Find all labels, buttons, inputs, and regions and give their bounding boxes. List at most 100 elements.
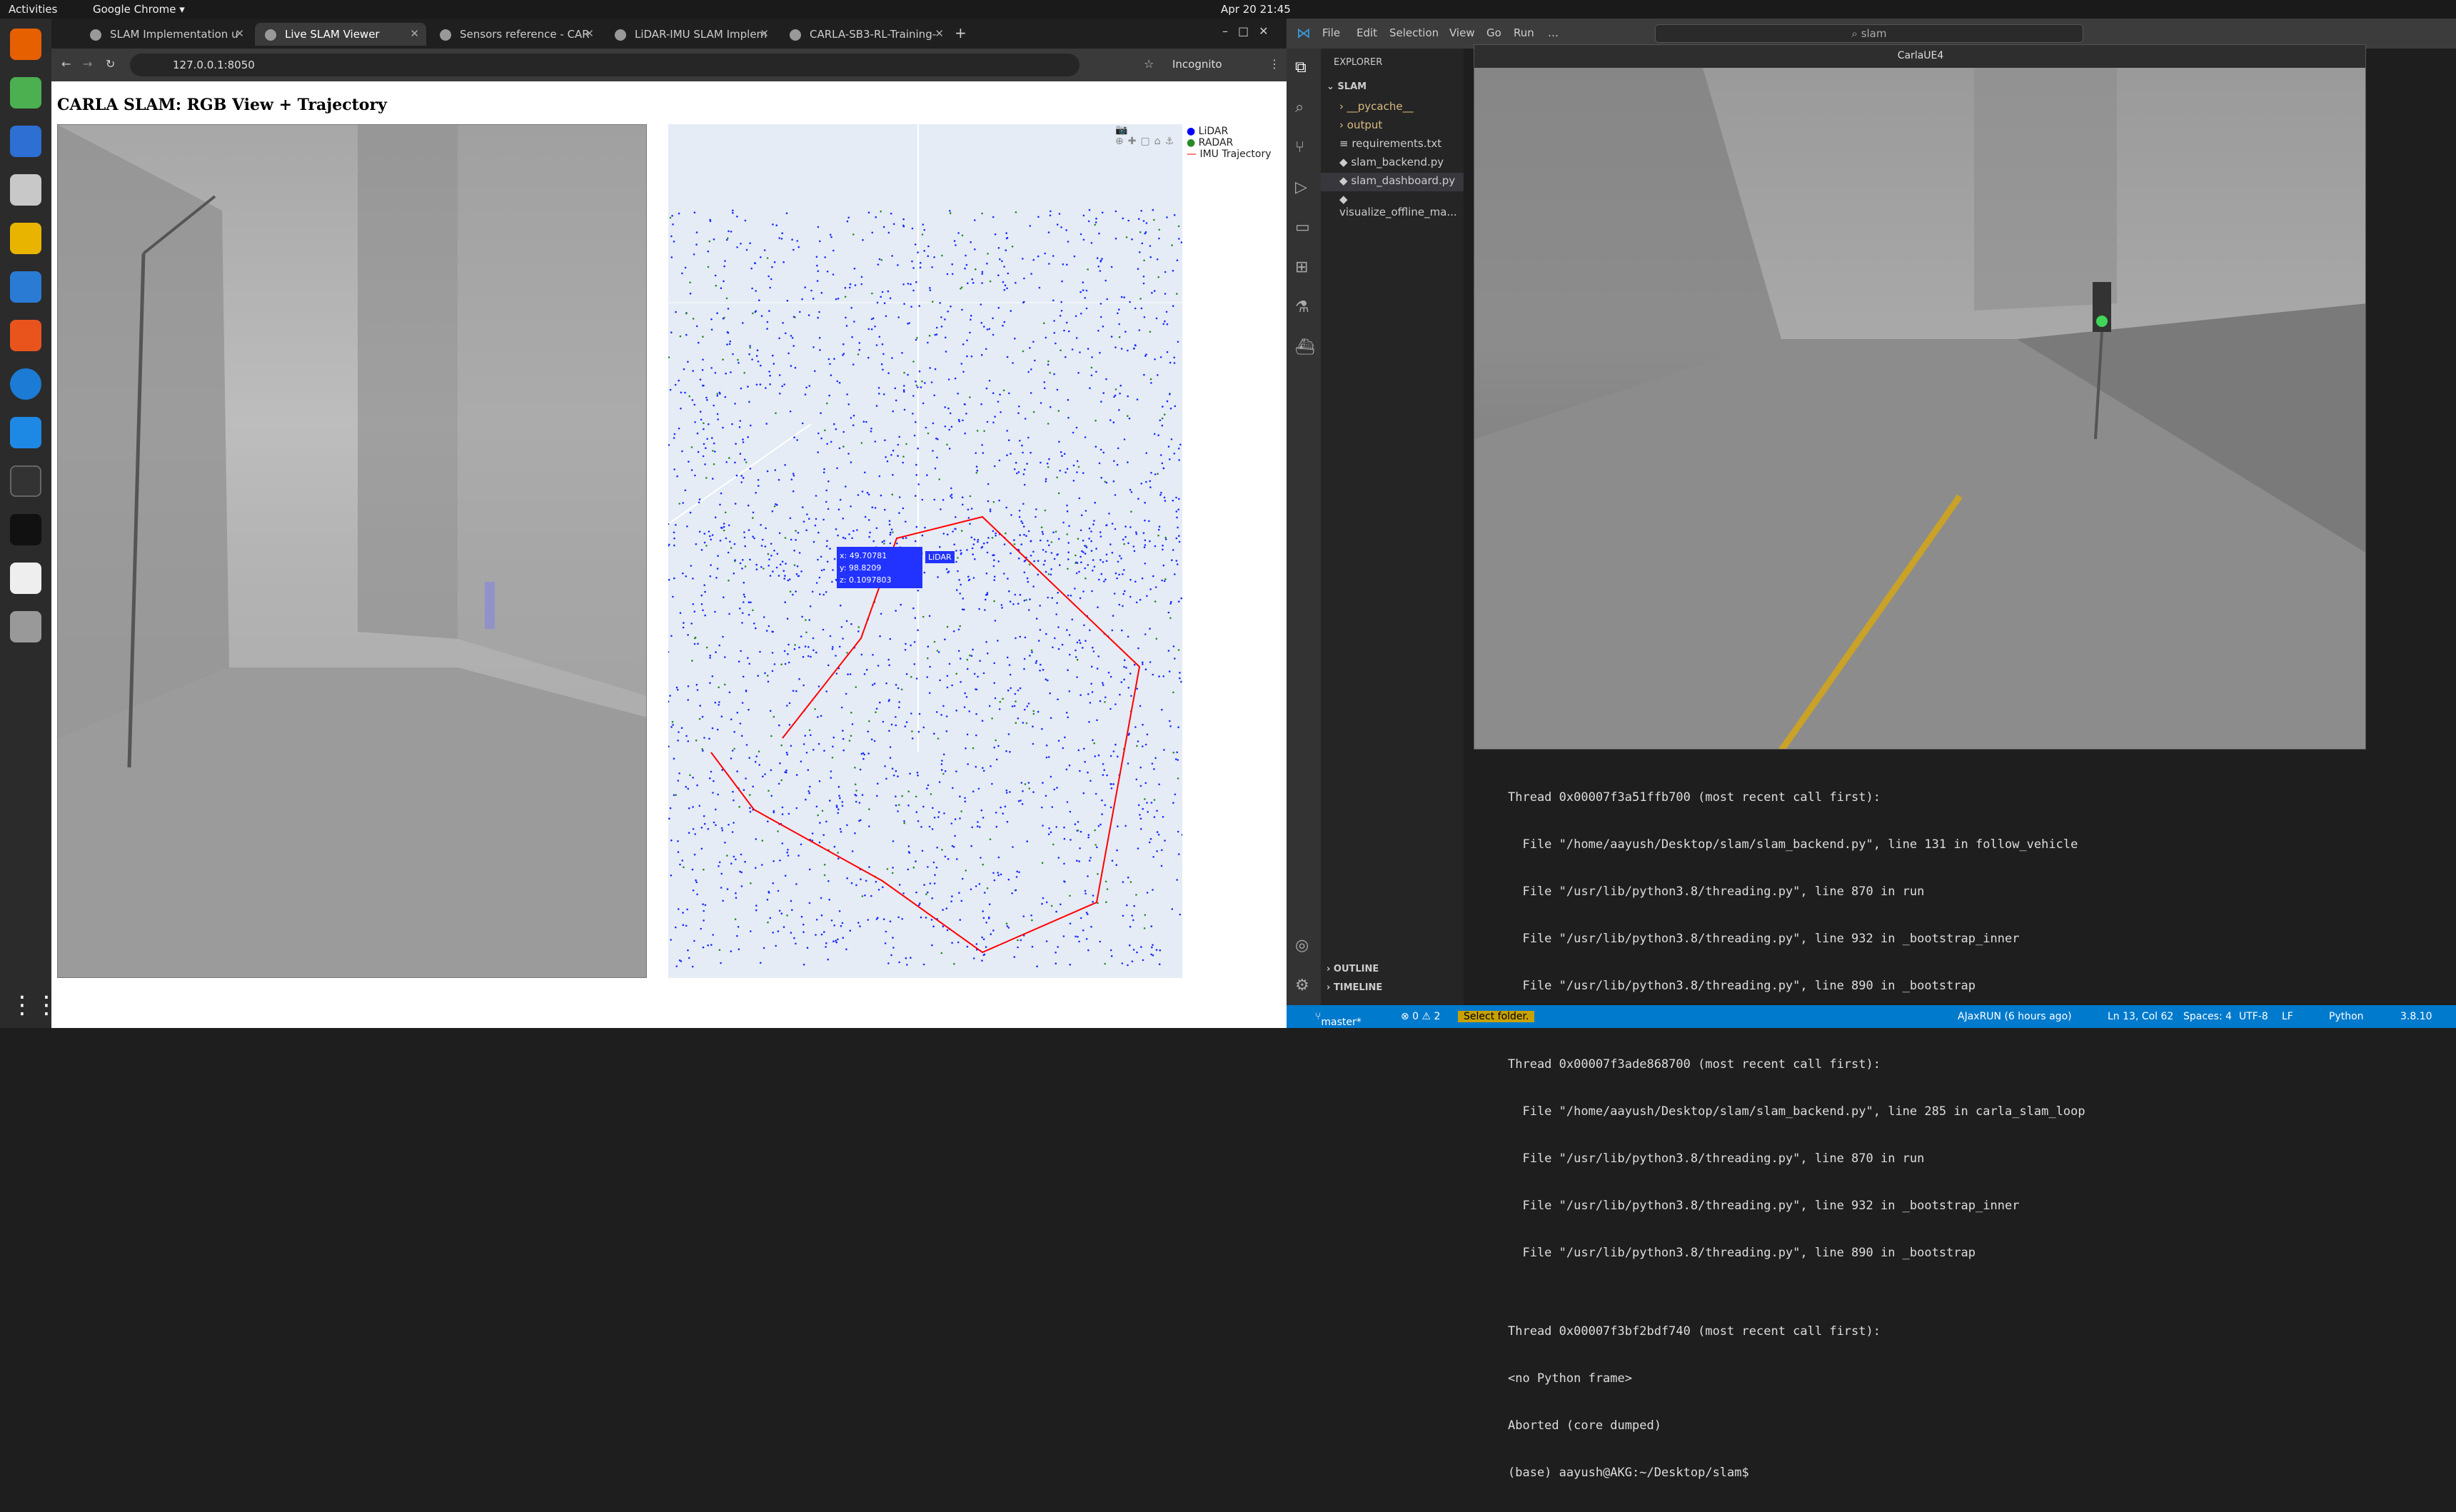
- vscode-icon[interactable]: [10, 417, 41, 448]
- file-visualize-offline[interactable]: ◆ visualize_offline_ma...: [1339, 193, 1464, 218]
- select-folder-warning[interactable]: Select folder.: [1458, 1011, 1535, 1022]
- indentation[interactable]: Spaces: 4: [2183, 1011, 2232, 1022]
- encoding[interactable]: UTF-8: [2239, 1011, 2268, 1022]
- source-control-icon[interactable]: ⑂: [1295, 138, 1304, 156]
- close-icon[interactable]: ✕: [585, 27, 594, 40]
- modebar[interactable]: 📷⊕✚▢⌂⚓: [1115, 124, 1182, 147]
- git-blame[interactable]: AJaxRUN (6 hours ago): [1958, 1011, 2072, 1022]
- forward-icon[interactable]: →: [83, 57, 92, 71]
- writer-icon[interactable]: [10, 271, 41, 303]
- eol[interactable]: LF: [2282, 1011, 2293, 1022]
- bookmark-icon[interactable]: ☆: [1144, 57, 1154, 71]
- point-cloud-dot: [911, 227, 914, 230]
- terminal-icon[interactable]: [10, 465, 41, 497]
- file-output[interactable]: › output: [1339, 119, 1382, 131]
- run-debug-icon[interactable]: ▷: [1295, 178, 1307, 196]
- problems-count[interactable]: ⊗ 0 ⚠ 2: [1401, 1011, 1440, 1022]
- gear-icon[interactable]: ⚙: [1295, 977, 1309, 994]
- apps-grid-icon[interactable]: ⋮⋮: [10, 991, 59, 1022]
- account-icon[interactable]: ◎: [1295, 937, 1309, 954]
- incognito-badge[interactable]: Incognito: [1172, 54, 1265, 76]
- files-icon[interactable]: [10, 174, 41, 206]
- close-icon[interactable]: ✕: [935, 27, 944, 40]
- back-icon[interactable]: ←: [61, 57, 71, 71]
- legend-item-imu[interactable]: — IMU Trajectory: [1187, 148, 1279, 160]
- activities-button[interactable]: Activities: [9, 3, 57, 16]
- carla-icon[interactable]: [10, 514, 41, 545]
- appcenter-icon[interactable]: [10, 320, 41, 351]
- tab-lidar-imu[interactable]: LiDAR-IMU SLAM Implem ✕: [605, 23, 776, 46]
- menu-edit[interactable]: Edit: [1357, 26, 1377, 39]
- carla-window[interactable]: CarlaUE4: [1474, 44, 2366, 750]
- clock[interactable]: Apr 20 21:45: [1221, 3, 1291, 16]
- close-icon[interactable]: ✕: [760, 27, 769, 40]
- legend-item-lidar[interactable]: ● LiDAR: [1187, 126, 1279, 137]
- point-cloud-dot: [675, 686, 678, 689]
- point-cloud-dot: [868, 866, 870, 868]
- point-cloud-dot: [1085, 289, 1088, 292]
- new-tab-button[interactable]: +: [955, 24, 967, 41]
- point-cloud-dot: [988, 916, 990, 919]
- rhythmbox-icon[interactable]: [10, 223, 41, 254]
- timeline-section[interactable]: › TIMELINE: [1327, 982, 1382, 993]
- file-slam-backend[interactable]: ◆ slam_backend.py: [1339, 156, 1444, 168]
- search-app-icon[interactable]: [10, 611, 41, 642]
- file-pycache[interactable]: › __pycache__: [1339, 100, 1414, 113]
- folder-slam[interactable]: ⌄ SLAM: [1327, 81, 1367, 92]
- language-mode[interactable]: Python: [2329, 1011, 2364, 1022]
- file-slam-dashboard[interactable]: ◆ slam_dashboard.py: [1321, 173, 1464, 191]
- point-cloud-dot: [701, 368, 704, 371]
- menu-selection[interactable]: Selection: [1389, 26, 1439, 39]
- url-field[interactable]: 127.0.0.1:8050: [130, 54, 1079, 76]
- window-controls[interactable]: –□✕: [1222, 24, 1279, 38]
- reload-icon[interactable]: ↻: [106, 57, 115, 71]
- point-cloud-dot: [836, 467, 838, 470]
- search-icon[interactable]: ⌕: [1295, 99, 1304, 116]
- chrome-icon[interactable]: [10, 77, 41, 109]
- menu-icon[interactable]: ⋮: [1269, 57, 1280, 71]
- extensions-icon[interactable]: ⊞: [1295, 258, 1308, 276]
- close-icon[interactable]: ✕: [235, 27, 244, 40]
- tab-slam-implementation[interactable]: SLAM Implementation u ✕: [80, 23, 251, 46]
- menu-more[interactable]: …: [1548, 26, 1559, 39]
- explorer-icon[interactable]: ⧉: [1295, 59, 1307, 76]
- menu-run[interactable]: Run: [1514, 26, 1534, 39]
- docker-icon[interactable]: ⛴: [1295, 338, 1315, 356]
- file-requirements[interactable]: ≡ requirements.txt: [1339, 137, 1441, 150]
- point-cloud-dot: [1105, 378, 1107, 380]
- menu-go[interactable]: Go: [1486, 26, 1501, 39]
- tab-sensors-reference[interactable]: Sensors reference - CAR ✕: [430, 23, 601, 46]
- outline-section[interactable]: › OUTLINE: [1327, 964, 1379, 974]
- legend-item-radar[interactable]: ● RADAR: [1187, 137, 1279, 148]
- point-cloud-dot: [1079, 233, 1082, 236]
- command-search[interactable]: ⌕ slam: [1655, 24, 2083, 43]
- point-cloud-dot: [1057, 553, 1059, 555]
- cursor-position[interactable]: Ln 13, Col 62: [2108, 1011, 2173, 1022]
- terminal-prompt[interactable]: (base) aayush@AKG:~/Desktop/slam$: [1508, 1465, 2456, 1481]
- python-version[interactable]: 3.8.10: [2400, 1011, 2432, 1022]
- point-cloud-dot: [1135, 533, 1138, 535]
- point-cloud-dot: [682, 502, 684, 504]
- remote-explorer-icon[interactable]: ▭: [1295, 218, 1310, 236]
- menu-file[interactable]: File: [1322, 26, 1340, 39]
- testing-icon[interactable]: ⚗: [1295, 298, 1309, 316]
- help-icon[interactable]: [10, 368, 41, 400]
- point-cloud-dot: [698, 501, 700, 504]
- point-cloud-dot: [849, 673, 852, 675]
- firefox-icon[interactable]: [10, 29, 41, 60]
- menu-view[interactable]: View: [1449, 26, 1475, 39]
- screenshot-icon[interactable]: [10, 563, 41, 594]
- point-cloud-dot: [952, 846, 955, 848]
- point-cloud-dot: [1067, 594, 1070, 597]
- carla-simulation-view[interactable]: [1474, 68, 2365, 749]
- close-icon[interactable]: ✕: [410, 27, 419, 40]
- git-branch[interactable]: ⑂ master*: [1315, 1011, 1362, 1028]
- terminal-panel[interactable]: Thread 0x00007f3a51ffb700 (most recent c…: [1474, 750, 2456, 1480]
- tab-live-slam-viewer[interactable]: Live SLAM Viewer ✕: [255, 23, 426, 46]
- trajectory-3d-plot[interactable]: 📷⊕✚▢⌂⚓ x: 49.70781 y: 98.8209 z: 0.10978…: [668, 124, 1182, 978]
- tab-carla-sb3[interactable]: CARLA-SB3-RL-Training- ✕: [780, 23, 951, 46]
- point-cloud-dot: [1158, 525, 1161, 528]
- app-menu[interactable]: Google Chrome ▾: [93, 3, 185, 16]
- thunderbird-icon[interactable]: [10, 126, 41, 157]
- point-cloud-dot: [922, 726, 925, 729]
